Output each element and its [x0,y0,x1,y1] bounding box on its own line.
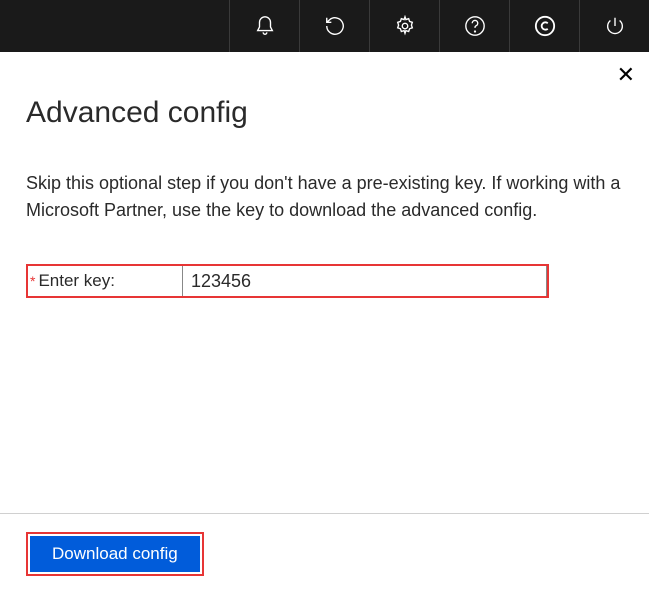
required-mark: * [30,273,35,289]
download-button-highlight: Download config [26,532,204,576]
settings-icon[interactable] [369,0,439,52]
key-label-text: Enter key: [38,271,115,291]
key-field-row: * Enter key: [26,264,549,298]
page-title: Advanced config [26,96,623,130]
notifications-icon[interactable] [229,0,299,52]
copyright-icon[interactable] [509,0,579,52]
key-input[interactable] [182,266,547,296]
power-icon[interactable] [579,0,649,52]
dialog-footer: Download config [0,513,649,593]
close-icon[interactable]: ✕ [617,64,635,86]
download-config-button[interactable]: Download config [30,536,200,572]
refresh-icon[interactable] [299,0,369,52]
dialog-panel: ✕ Advanced config Skip this optional ste… [0,52,649,513]
top-header [0,0,649,52]
description-text: Skip this optional step if you don't hav… [26,170,623,224]
key-field-label: * Enter key: [28,266,182,296]
help-icon[interactable] [439,0,509,52]
